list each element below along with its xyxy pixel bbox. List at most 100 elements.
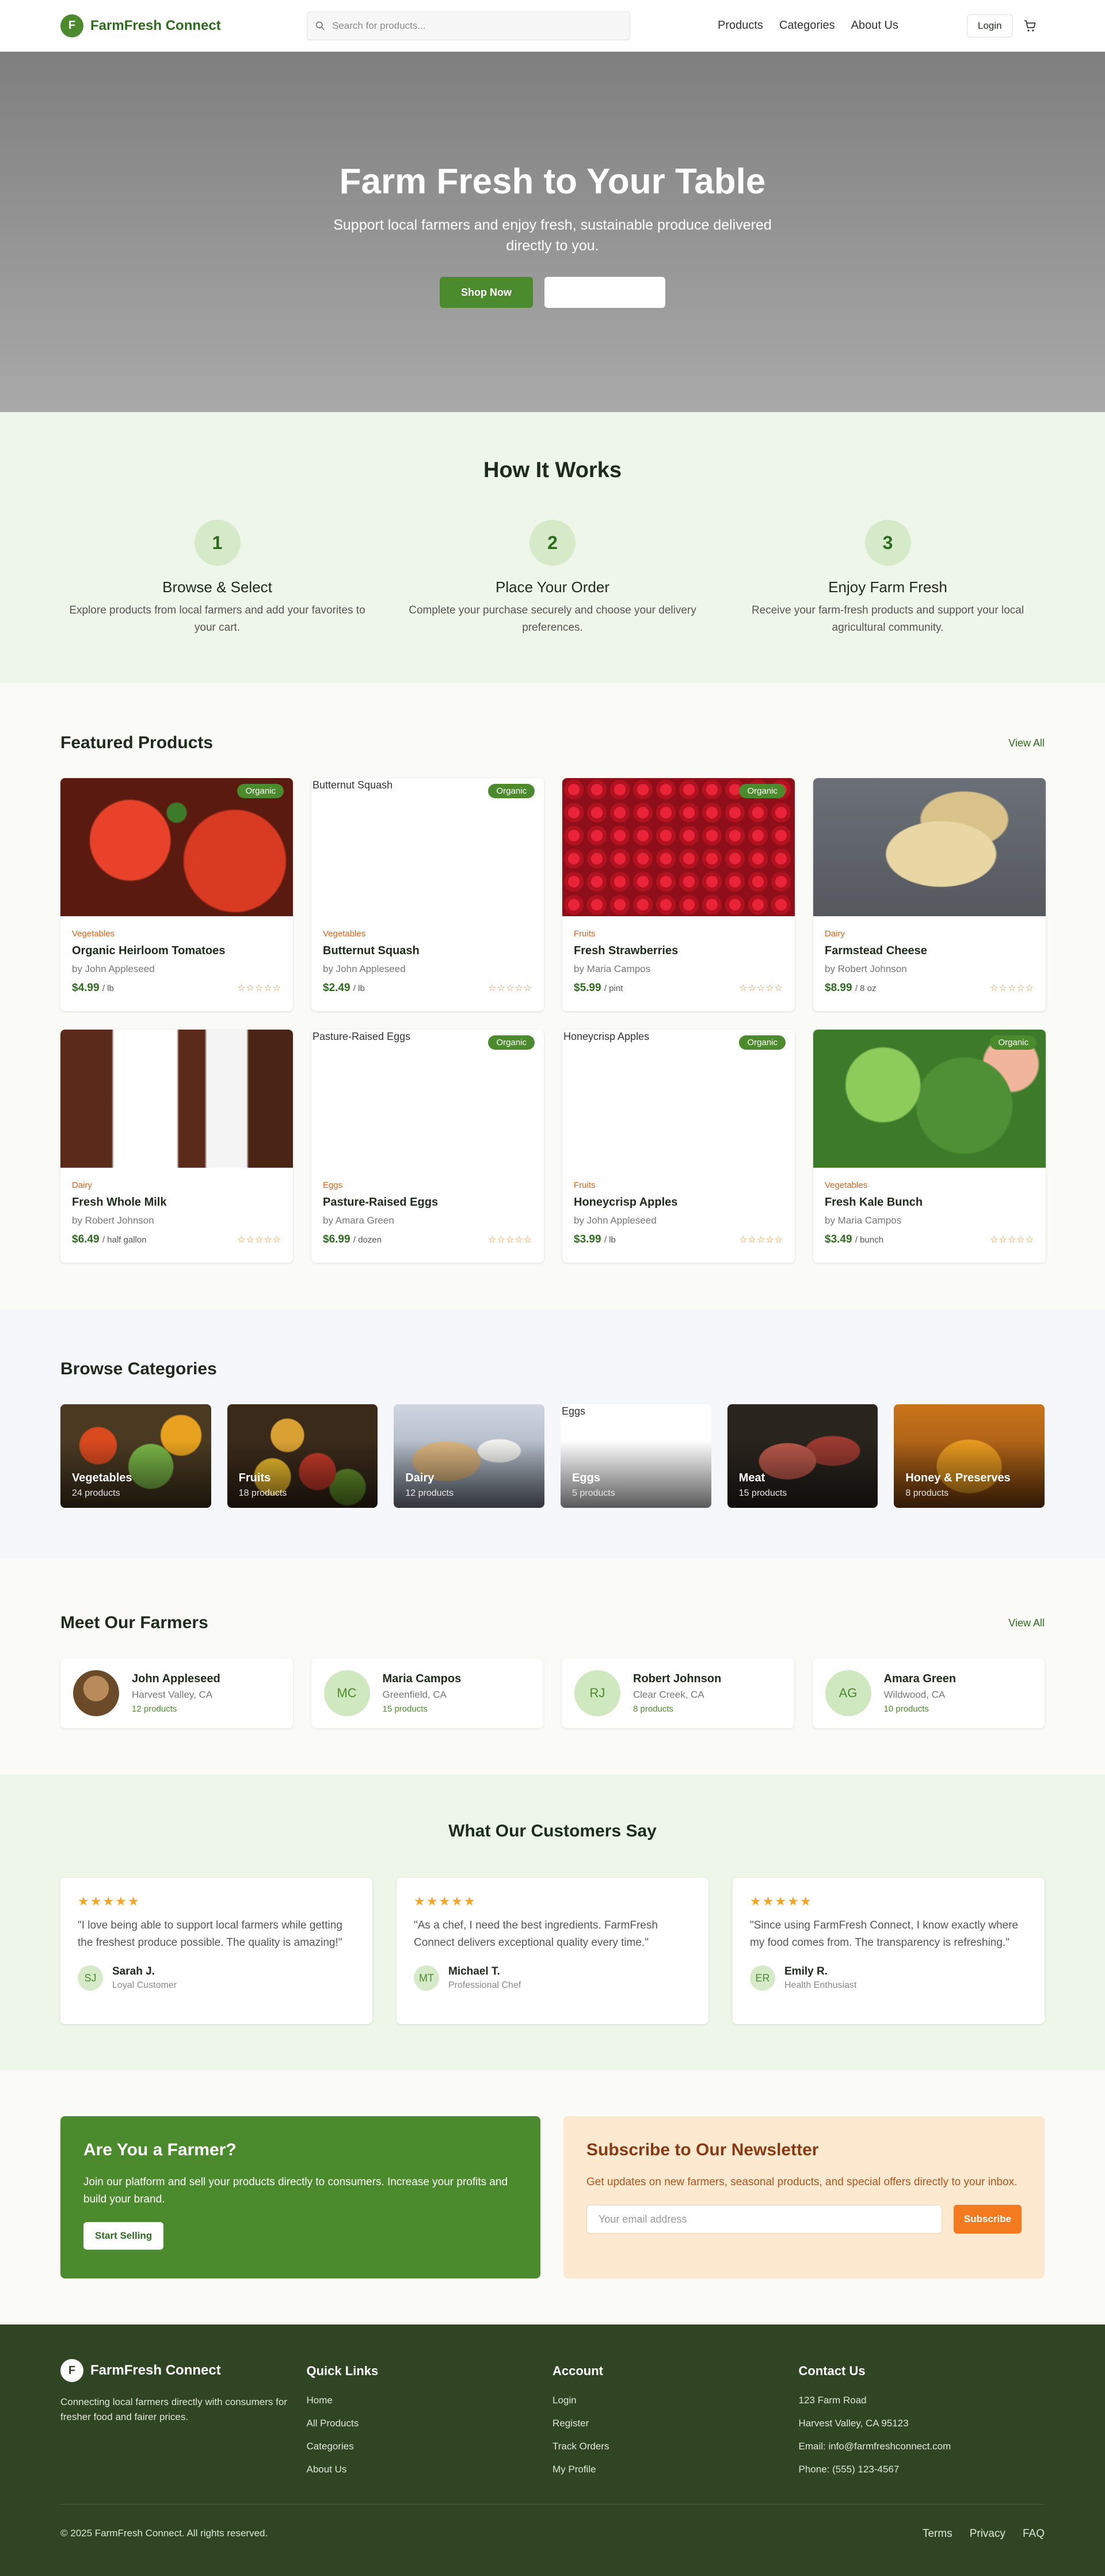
product-card[interactable]: Honeycrisp Apples Organic Fruits Honeycr… — [562, 1030, 795, 1263]
product-name[interactable]: Fresh Strawberries — [574, 944, 783, 958]
category-count: 12 products — [405, 1488, 454, 1498]
legal-links: Terms Privacy FAQ — [923, 2528, 1045, 2540]
search-input[interactable] — [332, 20, 622, 32]
farmer-cta-title: Are You a Farmer? — [83, 2140, 237, 2159]
product-name[interactable]: Fresh Whole Milk — [72, 1196, 281, 1209]
product-card[interactable]: Dairy Fresh Whole Milk by Robert Johnson… — [60, 1030, 293, 1263]
farmer-card[interactable]: AG Amara Green Wildwood, CA 10 products — [812, 1658, 1045, 1728]
rating-stars: ☆☆☆☆☆ — [237, 1235, 281, 1245]
footer-link-home[interactable]: Home — [307, 2395, 553, 2406]
login-button[interactable]: Login — [967, 14, 1013, 37]
product-price: $3.49 / bunch — [825, 1233, 883, 1246]
product-image[interactable]: Butternut Squash Organic — [311, 778, 544, 916]
product-image[interactable]: Pasture-Raised Eggs Organic — [311, 1030, 544, 1168]
step-2: 2 Place Your Order Complete your purchas… — [396, 520, 710, 637]
product-category: Eggs — [323, 1180, 343, 1190]
farmer-card[interactable]: MC Maria Campos Greenfield, CA 15 produc… — [311, 1658, 543, 1728]
cart-icon[interactable] — [1022, 18, 1038, 34]
footer-link-categories[interactable]: Categories — [307, 2441, 553, 2452]
category-tile[interactable]: Honey & Preserves 8 products — [894, 1404, 1045, 1508]
view-all-products-link[interactable]: View All — [1008, 737, 1045, 749]
category-tile[interactable]: Eggs Eggs 5 products — [561, 1404, 711, 1508]
faq-link[interactable]: FAQ — [1023, 2528, 1045, 2540]
step-1: 1 Browse & Select Explore products from … — [60, 520, 374, 637]
farmers-title: Meet Our Farmers — [60, 1613, 208, 1632]
subscribe-button[interactable]: Subscribe — [954, 2205, 1022, 2234]
product-price: $2.49 / lb — [323, 982, 365, 994]
farmer-grid: John Appleseed Harvest Valley, CA 12 pro… — [60, 1658, 1045, 1728]
product-image[interactable]: Organic — [813, 1030, 1046, 1168]
start-selling-button[interactable]: Start Selling — [83, 2222, 164, 2250]
farmer-location: Greenfield, CA — [382, 1689, 447, 1700]
search-bar — [307, 11, 630, 40]
product-name[interactable]: Farmstead Cheese — [825, 944, 1034, 958]
category-tile[interactable]: Dairy 12 products — [394, 1404, 545, 1508]
newsletter-title: Subscribe to Our Newsletter — [586, 2140, 819, 2159]
category-tile[interactable]: Fruits 18 products — [227, 1404, 378, 1508]
farmers-section: Meet Our Farmers View All John Appleseed… — [0, 1558, 1105, 1774]
product-card[interactable]: Dairy Farmstead Cheese by Robert Johnson… — [813, 778, 1046, 1011]
farmer-card[interactable]: RJ Robert Johnson Clear Creek, CA 8 prod… — [562, 1658, 794, 1728]
view-all-farmers-link[interactable]: View All — [1008, 1617, 1045, 1629]
product-farmer: by Maria Campos — [825, 1215, 902, 1226]
product-farmer: by John Appleseed — [574, 1215, 657, 1226]
product-name[interactable]: Pasture-Raised Eggs — [323, 1196, 532, 1209]
product-image[interactable]: Organic — [60, 778, 293, 916]
product-category: Vegetables — [323, 929, 366, 939]
nav-categories[interactable]: Categories — [779, 19, 835, 32]
product-image[interactable]: Organic — [562, 778, 795, 916]
newsletter-email-input[interactable] — [586, 2205, 942, 2234]
footer-link-register[interactable]: Register — [552, 2418, 799, 2429]
product-image[interactable] — [813, 778, 1046, 916]
secondary-hero-button[interactable] — [544, 277, 665, 308]
footer-link-login[interactable]: Login — [552, 2395, 799, 2406]
product-name[interactable]: Organic Heirloom Tomatoes — [72, 944, 281, 958]
product-card[interactable]: Pasture-Raised Eggs Organic Eggs Pasture… — [311, 1030, 544, 1263]
rating-stars: ☆☆☆☆☆ — [990, 984, 1034, 993]
category-tile[interactable]: Meat 15 products — [727, 1404, 878, 1508]
product-name[interactable]: Honeycrisp Apples — [574, 1196, 783, 1209]
footer-link-about[interactable]: About Us — [307, 2464, 553, 2475]
product-image[interactable] — [60, 1030, 293, 1168]
price-unit: / bunch — [855, 1235, 884, 1245]
footer-link-all-products[interactable]: All Products — [307, 2418, 553, 2429]
newsletter-card: Subscribe to Our Newsletter Get updates … — [563, 2116, 1045, 2278]
product-price: $6.99 / dozen — [323, 1233, 382, 1246]
price-value: $8.99 — [825, 982, 852, 994]
footer-link-track-orders[interactable]: Track Orders — [552, 2441, 799, 2452]
category-tile[interactable]: Vegetables 24 products — [60, 1404, 211, 1508]
brand-logo[interactable]: F FarmFresh Connect — [60, 14, 221, 37]
shop-now-button[interactable]: Shop Now — [440, 277, 533, 308]
footer-link-my-profile[interactable]: My Profile — [552, 2464, 799, 2475]
customer-name: Michael T. — [448, 1965, 500, 1977]
step-3: 3 Enjoy Farm Fresh Receive your farm-fre… — [731, 520, 1045, 637]
testimonial-card: ★★★★★ "As a chef, I need the best ingred… — [397, 1878, 708, 2024]
steps: 1 Browse & Select Explore products from … — [0, 520, 1105, 637]
product-card[interactable]: Organic Fruits Fresh Strawberries by Mar… — [562, 778, 795, 1011]
rating-stars: ☆☆☆☆☆ — [488, 1235, 532, 1245]
privacy-link[interactable]: Privacy — [970, 2528, 1005, 2540]
product-price: $8.99 / 8 oz — [825, 982, 877, 994]
featured-products-section: Featured Products View All Organic Veget… — [0, 683, 1105, 1309]
product-card[interactable]: Organic Vegetables Organic Heirloom Toma… — [60, 778, 293, 1011]
product-card[interactable]: Organic Vegetables Fresh Kale Bunch by M… — [813, 1030, 1046, 1263]
farmer-avatar: RJ — [574, 1670, 620, 1716]
nav-about[interactable]: About Us — [851, 19, 898, 32]
farmer-product-count: 15 products — [382, 1704, 428, 1714]
product-image[interactable]: Honeycrisp Apples Organic — [562, 1030, 795, 1168]
footer-bottom: © 2025 FarmFresh Connect. All rights res… — [60, 2504, 1045, 2540]
product-name[interactable]: Butternut Squash — [323, 944, 532, 958]
product-name[interactable]: Fresh Kale Bunch — [825, 1196, 1034, 1209]
terms-link[interactable]: Terms — [923, 2528, 952, 2540]
testimonial-stars: ★★★★★ — [750, 1894, 813, 1908]
rating-stars: ☆☆☆☆☆ — [739, 1235, 783, 1245]
product-farmer: by Robert Johnson — [825, 963, 907, 974]
customer-avatar: SJ — [78, 1965, 103, 1991]
product-card[interactable]: Butternut Squash Organic Vegetables Butt… — [311, 778, 544, 1011]
farmer-card[interactable]: John Appleseed Harvest Valley, CA 12 pro… — [60, 1658, 293, 1728]
customer-role: Professional Chef — [448, 1980, 521, 1990]
rating-stars: ☆☆☆☆☆ — [488, 984, 532, 993]
nav-products[interactable]: Products — [718, 19, 763, 32]
logo-badge: F — [60, 14, 83, 37]
cta-section: Are You a Farmer? Join our platform and … — [0, 2070, 1105, 2325]
